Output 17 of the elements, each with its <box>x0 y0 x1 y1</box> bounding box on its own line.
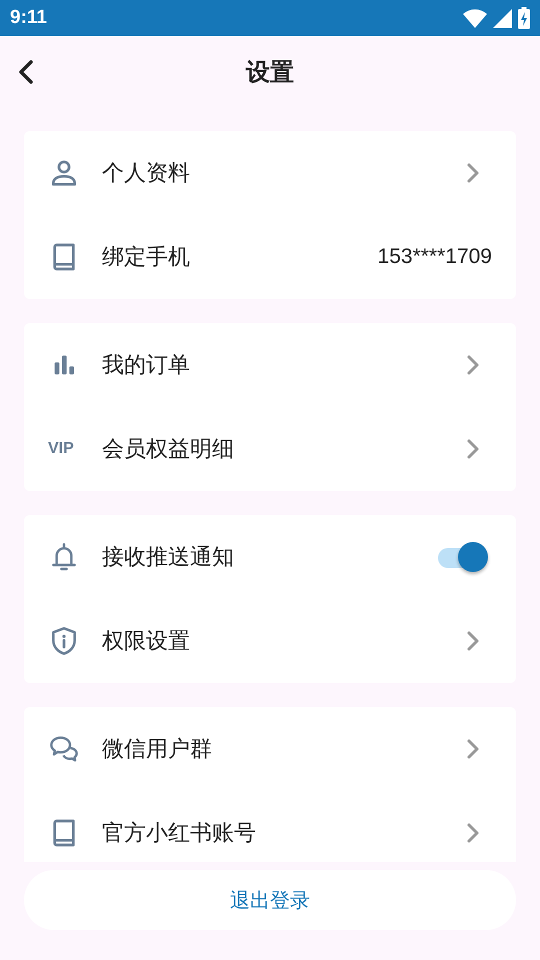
setting-label[interactable]: 会员权益明细 <box>102 434 462 464</box>
status-time: 9:11 <box>10 7 47 29</box>
setting-label[interactable]: 接收推送通知 <box>102 542 436 572</box>
signal-icon <box>493 8 512 28</box>
page-title: 设置 <box>246 57 294 88</box>
setting-label[interactable]: 个人资料 <box>102 158 462 188</box>
battery-icon <box>518 7 530 29</box>
setting-label[interactable]: 微信用户群 <box>102 734 462 764</box>
vip-label: VIP <box>48 440 75 458</box>
setting-label[interactable]: 绑定手机 <box>102 242 378 272</box>
setting-label[interactable]: 官方小红书账号 <box>102 818 462 848</box>
wifi-icon <box>463 8 487 28</box>
toggle-switch[interactable] <box>436 541 488 573</box>
setting-label[interactable]: 我的订单 <box>102 350 462 380</box>
phone-number: 153****1709 <box>378 245 492 269</box>
setting-label[interactable]: 权限设置 <box>102 626 462 656</box>
logout-button[interactable]: 退出登录 <box>24 870 516 930</box>
